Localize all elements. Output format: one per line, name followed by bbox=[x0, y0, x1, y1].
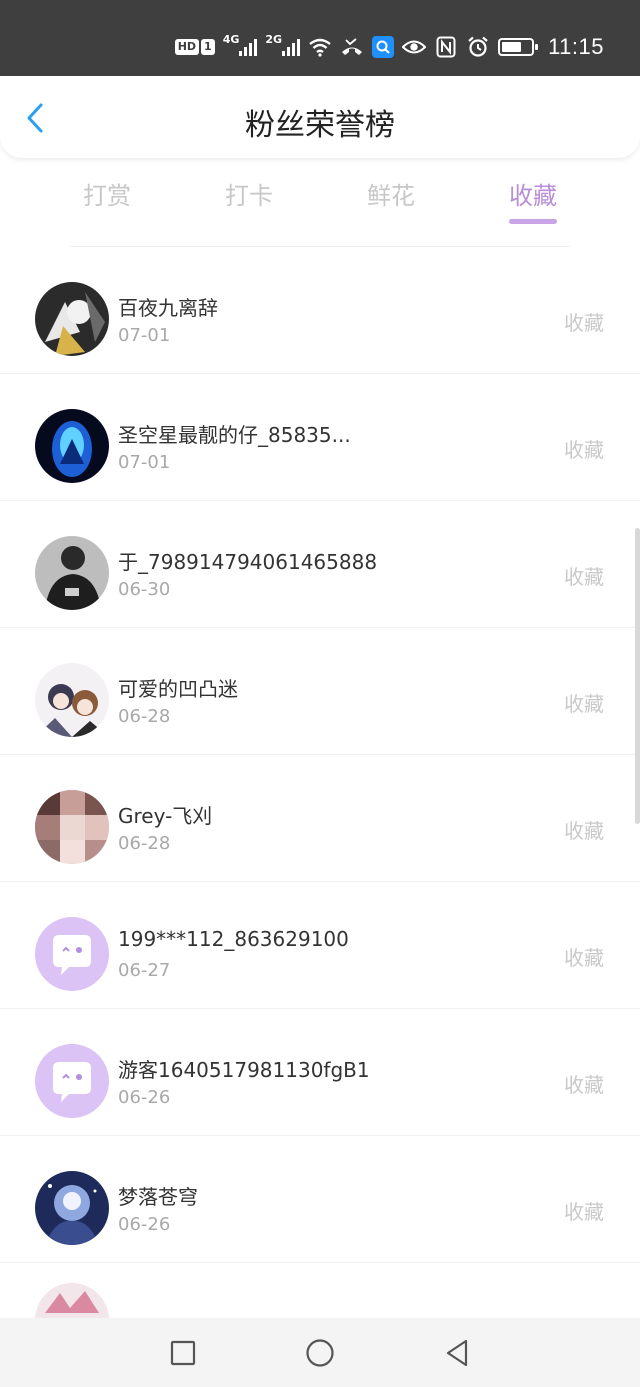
avatar[interactable] bbox=[35, 1044, 109, 1118]
system-nav-bar bbox=[0, 1318, 640, 1387]
hd-badge: HD bbox=[174, 39, 200, 55]
fan-date: 06-30 bbox=[118, 579, 171, 600]
active-tab-indicator bbox=[509, 219, 557, 224]
fan-name: 可爱的凹凸迷 bbox=[118, 677, 238, 701]
home-button[interactable] bbox=[303, 1336, 337, 1370]
back-nav-button[interactable] bbox=[440, 1336, 474, 1370]
fan-date: 06-26 bbox=[118, 1087, 171, 1108]
tab-checkin[interactable]: 打卡 bbox=[189, 176, 309, 211]
fan-name: 百夜九离辞 bbox=[118, 296, 218, 320]
fan-action: 收藏 bbox=[564, 819, 604, 843]
alarm-icon bbox=[466, 35, 490, 59]
fan-action: 收藏 bbox=[564, 311, 604, 335]
list-item[interactable]: 圣空星最靓的仔_85835... 07-01 收藏 bbox=[0, 374, 640, 501]
fan-date: 06-26 bbox=[118, 1214, 171, 1235]
network-type-4g: 4G bbox=[222, 32, 240, 46]
wifi-icon bbox=[308, 35, 332, 59]
fan-action: 收藏 bbox=[564, 1200, 604, 1224]
list-item[interactable]: 梦落苍穹 06-26 收藏 bbox=[0, 1136, 640, 1263]
signal-icon bbox=[239, 38, 258, 56]
avatar[interactable] bbox=[35, 282, 109, 356]
list-item[interactable]: 于_798914794061465888 06-30 收藏 bbox=[0, 501, 640, 628]
fan-name: 199***112_863629100 bbox=[118, 927, 349, 951]
fan-name: 圣空星最靓的仔_85835... bbox=[118, 423, 351, 447]
avatar[interactable] bbox=[35, 536, 109, 610]
fan-action: 收藏 bbox=[564, 692, 604, 716]
recents-button[interactable] bbox=[166, 1336, 200, 1370]
square-icon bbox=[170, 1340, 196, 1366]
triangle-back-icon bbox=[446, 1339, 468, 1367]
battery-icon bbox=[498, 38, 539, 56]
fan-action: 收藏 bbox=[564, 1073, 604, 1097]
avatar[interactable] bbox=[35, 663, 109, 737]
fan-name: 游客1640517981130fgB1 bbox=[118, 1058, 370, 1082]
fan-date: 07-01 bbox=[118, 452, 171, 473]
signal-icon-2 bbox=[282, 38, 301, 56]
fan-action: 收藏 bbox=[564, 946, 604, 970]
fan-action: 收藏 bbox=[564, 438, 604, 462]
avatar[interactable] bbox=[35, 409, 109, 483]
fan-name: 梦落苍穹 bbox=[118, 1185, 198, 1209]
fan-action: 收藏 bbox=[564, 565, 604, 589]
tab-flowers[interactable]: 鲜花 bbox=[331, 176, 451, 211]
avatar[interactable] bbox=[35, 917, 109, 991]
list-item[interactable]: Grey-飞刈 06-28 收藏 bbox=[0, 755, 640, 882]
list-item[interactable]: 百夜九离辞 07-01 收藏 bbox=[0, 247, 640, 374]
fan-date: 06-27 bbox=[118, 960, 171, 981]
fan-name: Grey-飞刈 bbox=[118, 804, 213, 828]
fan-date: 06-28 bbox=[118, 706, 171, 727]
tab-favorites[interactable]: 收藏 bbox=[473, 176, 593, 211]
list-item-partial[interactable] bbox=[0, 1263, 640, 1357]
fan-date: 06-28 bbox=[118, 833, 171, 854]
status-bar: HD 1 4G 2G 11:15 bbox=[0, 0, 640, 76]
tab-reward[interactable]: 打赏 bbox=[47, 176, 167, 211]
list-item[interactable]: 游客1640517981130fgB1 06-26 收藏 bbox=[0, 1009, 640, 1136]
search-app-icon bbox=[372, 36, 395, 58]
chat-bubble-icon bbox=[35, 1044, 109, 1118]
nfc-icon bbox=[434, 35, 458, 59]
chat-bubble-icon bbox=[35, 917, 109, 991]
fan-name: 于_798914794061465888 bbox=[118, 550, 378, 574]
circle-icon bbox=[306, 1339, 334, 1367]
fan-list: 百夜九离辞 07-01 收藏 圣空星最靓的仔_85835... 07-01 收藏… bbox=[0, 246, 640, 1357]
tab-bar: 打赏 打卡 鲜花 收藏 bbox=[0, 170, 640, 230]
avatar[interactable] bbox=[35, 1171, 109, 1245]
avatar[interactable] bbox=[35, 790, 109, 864]
app-header: 粉丝荣誉榜 bbox=[0, 76, 640, 158]
page-title: 粉丝荣誉榜 bbox=[245, 108, 395, 143]
fan-date: 07-01 bbox=[118, 325, 171, 346]
clock-time: 11:15 bbox=[548, 34, 604, 59]
missed-call-icon bbox=[340, 35, 364, 59]
list-item[interactable]: 可爱的凹凸迷 06-28 收藏 bbox=[0, 628, 640, 755]
list-item[interactable]: 199***112_863629100 06-27 收藏 bbox=[0, 882, 640, 1009]
scrollbar[interactable] bbox=[635, 528, 640, 824]
sim-badge: 1 bbox=[201, 39, 215, 55]
eye-icon bbox=[402, 35, 427, 59]
network-type-2g: 2G bbox=[265, 32, 283, 46]
